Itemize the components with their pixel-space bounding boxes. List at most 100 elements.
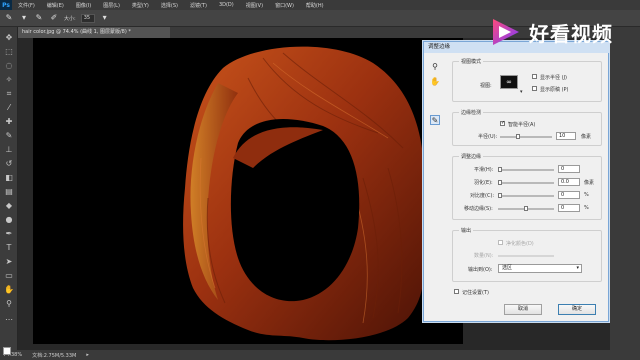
brush-tool-icon[interactable]: ✎ (4, 131, 14, 141)
view-mode-picker[interactable]: ∞ (500, 75, 518, 89)
menu-select[interactable]: 选择(S) (155, 2, 184, 9)
shape-tool-icon[interactable]: ▭ (4, 271, 14, 281)
chevron-down-icon: ▾ (576, 265, 579, 271)
right-panel-strip (610, 38, 640, 350)
chevron-down-icon[interactable]: ▾ (100, 13, 110, 23)
document-size: 文档:2.75M/5.33M (32, 352, 77, 359)
chevron-down-icon[interactable]: ▾ (19, 13, 29, 23)
shift-edge-label: 移动边缘(S): (464, 206, 493, 212)
chevron-right-icon[interactable]: ▸ (86, 352, 89, 358)
menu-layer[interactable]: 图层(L) (97, 2, 126, 9)
healing-brush-tool-icon[interactable]: ✚ (4, 117, 14, 127)
menu-image[interactable]: 图像(I) (70, 2, 97, 9)
menu-edit[interactable]: 编辑(E) (41, 2, 70, 9)
radius-input[interactable]: 10 (556, 132, 576, 140)
contrast-slider-thumb[interactable] (498, 193, 502, 198)
contrast-label: 对比度(C): (470, 193, 495, 199)
show-radius-label: 显示半径 (J) (540, 75, 567, 81)
smooth-input[interactable]: 0 (558, 165, 580, 173)
hair-image (183, 46, 425, 341)
feather-slider-thumb[interactable] (498, 180, 502, 185)
blur-tool-icon[interactable]: ◆ (4, 201, 14, 211)
more-tools-icon[interactable]: ⋯ (4, 315, 14, 325)
zoom-icon[interactable]: ⚲ (430, 62, 440, 72)
feather-input[interactable]: 0.0 (558, 178, 580, 186)
radius-label: 半径(U): (478, 134, 498, 140)
zoom-tool-icon[interactable]: ⚲ (4, 299, 14, 309)
brush-add-icon[interactable]: ✎ (34, 13, 44, 23)
refine-radius-tool-icon[interactable]: ✎ (4, 13, 14, 23)
dodge-tool-icon[interactable]: ● (4, 215, 14, 225)
document-tab[interactable]: hair color.jpg @ 74.4% (曲线 1, 图层蒙版/8) * (18, 27, 170, 38)
output-label: 输出 (459, 227, 474, 234)
chevron-down-icon[interactable]: ▾ (520, 89, 523, 95)
menu-bar: Ps 文件(F) 编辑(E) 图像(I) 图层(L) 类型(Y) 选择(S) 滤… (0, 0, 640, 10)
crop-tool-icon[interactable]: ⌗ (4, 89, 14, 99)
refine-radius-brush-icon[interactable]: ✎ (430, 115, 440, 125)
menu-filter[interactable]: 滤镜(T) (184, 2, 213, 9)
quick-select-tool-icon[interactable]: ✧ (4, 75, 14, 85)
menu-view[interactable]: 视图(V) (240, 2, 269, 9)
show-radius-checkbox[interactable] (532, 74, 537, 79)
shift-edge-slider[interactable] (498, 206, 554, 211)
decontaminate-checkbox[interactable] (498, 240, 503, 245)
remember-settings-checkbox[interactable] (454, 289, 459, 294)
hand-tool-icon[interactable]: ✋ (4, 285, 14, 295)
ok-button[interactable]: 确定 (558, 304, 596, 315)
pen-tool-icon[interactable]: ✒ (4, 229, 14, 239)
contrast-input[interactable]: 0 (558, 191, 580, 199)
path-select-tool-icon[interactable]: ➤ (4, 257, 14, 267)
smooth-slider[interactable] (498, 167, 554, 172)
output-to-value: 选区 (502, 265, 513, 271)
document-canvas[interactable] (33, 38, 463, 344)
radius-slider-thumb[interactable] (516, 134, 520, 139)
lasso-tool-icon[interactable]: ◌ (4, 61, 14, 71)
refine-edge-dialog: 调整边缘 ⚲ ✋ ✎ 视图模式 视图: ∞ ▾ 显示半径 (J) 显示原稿 (P… (423, 41, 610, 322)
feather-slider[interactable] (498, 180, 554, 185)
dialog-tool-column: ⚲ ✋ ✎ (430, 62, 444, 130)
eraser-tool-icon[interactable]: ◧ (4, 173, 14, 183)
feather-label: 羽化(E): (474, 180, 493, 186)
move-tool-icon[interactable]: ✥ (4, 33, 14, 43)
amount-slider[interactable] (498, 255, 554, 257)
brush-erase-icon[interactable]: ✐ (49, 13, 59, 23)
decontaminate-label: 净化颜色(D) (506, 241, 534, 247)
contrast-unit: % (584, 192, 589, 198)
shift-edge-input[interactable]: 0 (558, 204, 580, 212)
watermark-text: 好看视频 (529, 21, 613, 46)
clone-stamp-tool-icon[interactable]: ⊥ (4, 145, 14, 155)
radius-slider[interactable] (500, 134, 552, 139)
amount-label: 数量(N): (474, 253, 494, 259)
feather-unit: 像素 (584, 180, 595, 186)
output-to-label: 输出到(O): (468, 267, 493, 273)
shift-edge-slider-thumb[interactable] (524, 206, 528, 211)
marquee-tool-icon[interactable]: ⬚ (4, 47, 14, 57)
shift-edge-unit: % (584, 205, 589, 211)
smart-radius-checkbox[interactable] (500, 120, 505, 126)
photoshop-logo: Ps (0, 0, 12, 10)
radius-unit: 像素 (581, 134, 592, 140)
show-original-checkbox[interactable] (532, 86, 537, 91)
menu-file[interactable]: 文件(F) (12, 2, 41, 9)
smart-radius-label: 智能半径(A) (508, 122, 536, 128)
size-input[interactable]: 35 (80, 13, 95, 23)
menu-window[interactable]: 窗口(W) (269, 2, 300, 9)
gradient-tool-icon[interactable]: ▤ (4, 187, 14, 197)
show-original-label: 显示原稿 (P) (540, 87, 569, 93)
contrast-slider[interactable] (498, 193, 554, 198)
cancel-button[interactable]: 取消 (504, 304, 542, 315)
smooth-slider-thumb[interactable] (498, 167, 502, 172)
menu-3d[interactable]: 3D(D) (213, 2, 240, 8)
eyedropper-tool-icon[interactable]: ⁄ (4, 103, 14, 113)
smooth-label: 平滑(H): (474, 167, 494, 173)
history-brush-tool-icon[interactable]: ↺ (4, 159, 14, 169)
menu-type[interactable]: 类型(Y) (126, 2, 155, 9)
adjust-edge-label: 调整边缘 (459, 153, 484, 160)
status-bar: 74.38% 文档:2.75M/5.33M ▸ (0, 350, 640, 360)
view-label: 视图: (480, 83, 492, 89)
hand-icon[interactable]: ✋ (430, 77, 440, 87)
output-to-select[interactable]: 选区 ▾ (498, 264, 582, 273)
type-tool-icon[interactable]: T (4, 243, 14, 253)
menu-help[interactable]: 帮助(H) (300, 2, 330, 9)
foreground-color-swatch[interactable] (3, 347, 11, 355)
